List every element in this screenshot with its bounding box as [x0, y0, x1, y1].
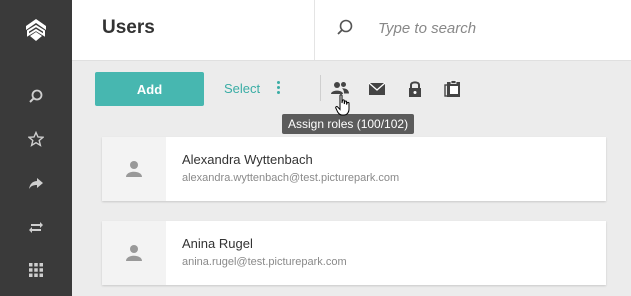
user-name: Alexandra Wyttenbach: [182, 152, 313, 167]
sidebar-item-share[interactable]: [26, 173, 46, 193]
mail-icon[interactable]: [367, 79, 387, 99]
add-button[interactable]: Add: [95, 72, 204, 106]
grid-icon: [29, 263, 43, 277]
select-button[interactable]: Select: [224, 81, 260, 96]
clipboard-icon[interactable]: [443, 79, 463, 99]
page-title: Users: [102, 17, 155, 38]
tooltip-assign-roles: Assign roles (100/102): [282, 114, 415, 134]
toolbar-divider: [320, 75, 321, 101]
lock-icon[interactable]: [405, 79, 425, 99]
search-icon: [29, 89, 43, 103]
star-icon: [28, 131, 44, 147]
sidebar: [0, 0, 72, 296]
sidebar-item-favorites[interactable]: [26, 129, 46, 149]
list-item[interactable]: Anina Rugel anina.rugel@test.picturepark…: [102, 221, 606, 285]
swap-arrows-icon: [29, 222, 43, 233]
list-item[interactable]: Alexandra Wyttenbach alexandra.wyttenbac…: [102, 137, 606, 201]
toolbar: Add Select: [72, 61, 631, 117]
share-arrow-icon: [29, 178, 43, 189]
person-icon: [126, 245, 142, 261]
sidebar-item-search[interactable]: [26, 86, 46, 106]
hand-cursor-icon: [335, 94, 350, 116]
header-divider: [314, 0, 315, 60]
app-logo[interactable]: [0, 0, 72, 60]
avatar: [102, 221, 166, 285]
search-input[interactable]: [378, 17, 618, 39]
more-options-icon[interactable]: [276, 81, 282, 97]
picturepark-logo-icon: [26, 19, 46, 41]
user-name: Anina Rugel: [182, 236, 253, 251]
sidebar-item-apps[interactable]: [26, 260, 46, 280]
sidebar-item-transfer[interactable]: [26, 217, 46, 237]
search-icon[interactable]: [335, 18, 355, 38]
avatar: [102, 137, 166, 201]
header-bar: Users: [72, 0, 631, 61]
user-email: anina.rugel@test.picturepark.com: [182, 256, 347, 268]
user-email: alexandra.wyttenbach@test.picturepark.co…: [182, 172, 400, 184]
person-icon: [126, 161, 142, 177]
